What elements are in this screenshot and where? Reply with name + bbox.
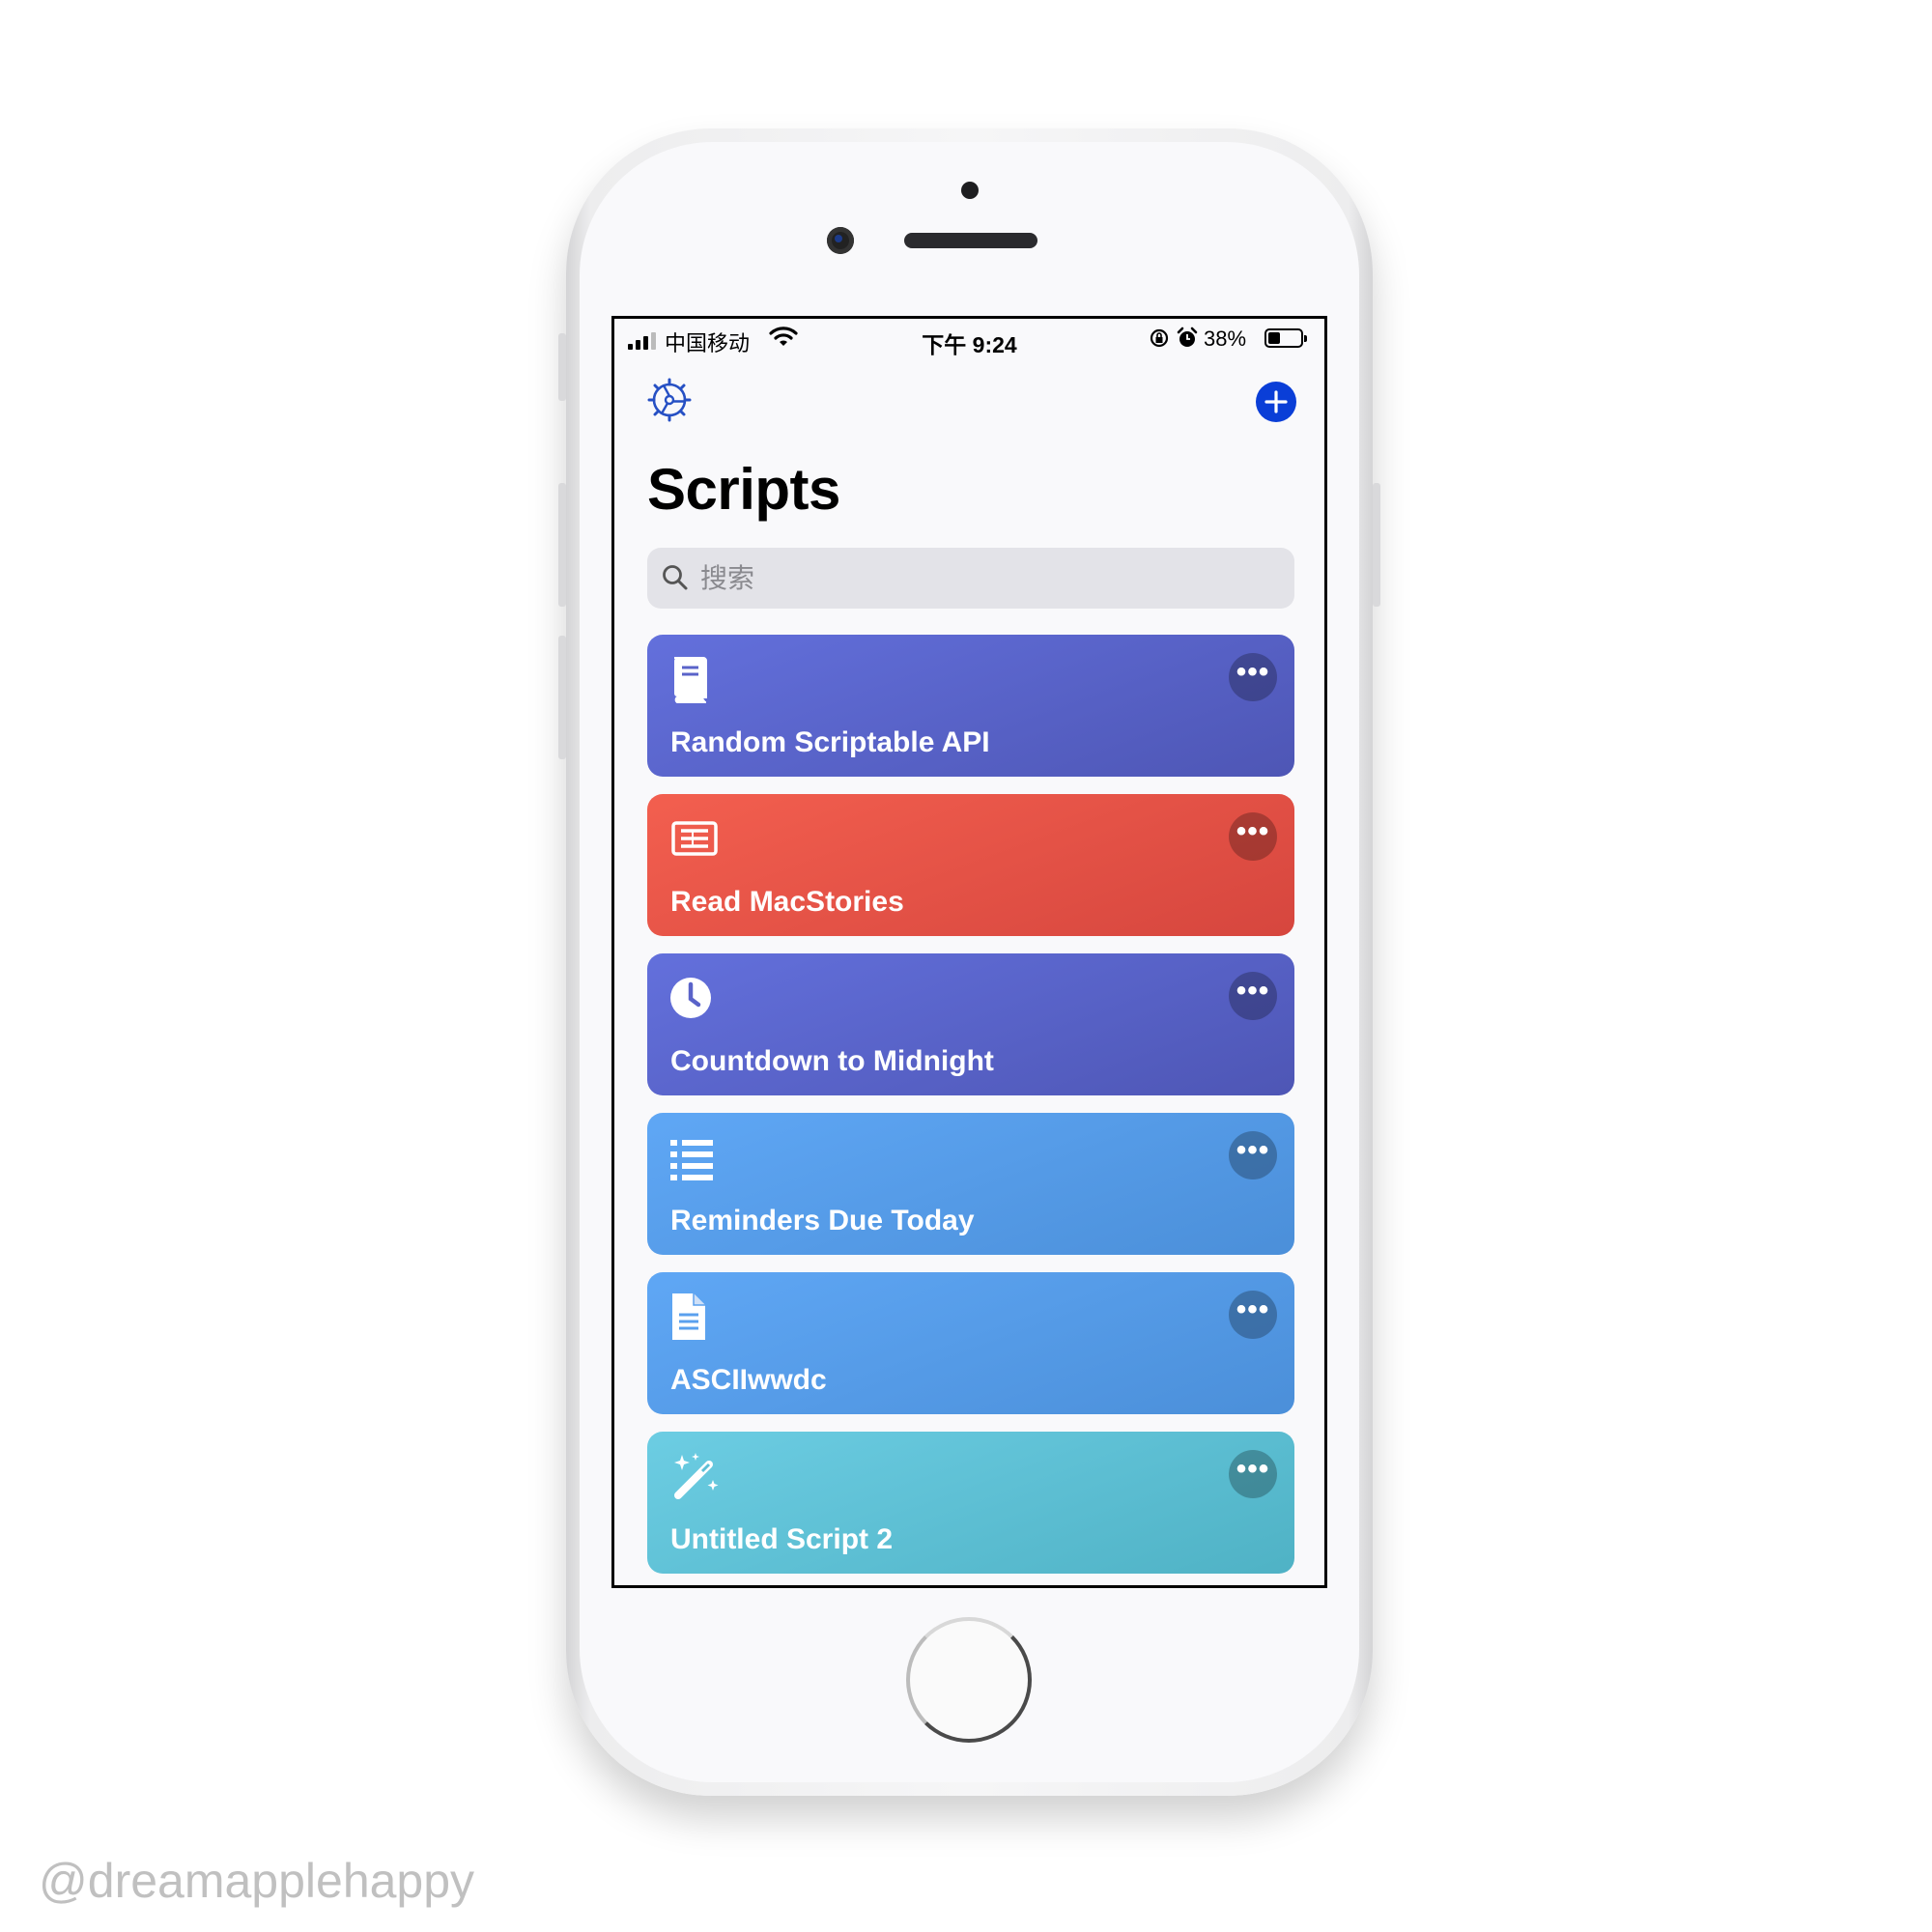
script-title: ASCIIwwdc — [670, 1364, 827, 1396]
battery-icon — [1264, 328, 1307, 348]
plus-icon — [1264, 390, 1288, 413]
search-icon — [663, 565, 688, 590]
volume-down-button — [558, 636, 566, 759]
script-card[interactable]: Read MacStories ••• — [647, 794, 1294, 936]
volume-up-button — [558, 483, 566, 607]
script-title: Reminders Due Today — [670, 1205, 975, 1236]
more-options-button[interactable]: ••• — [1229, 812, 1277, 861]
search-input[interactable]: 搜索 — [700, 548, 754, 609]
script-card[interactable]: Reminders Due Today ••• — [647, 1113, 1294, 1255]
more-options-button[interactable]: ••• — [1229, 1131, 1277, 1179]
add-script-button[interactable] — [1256, 382, 1296, 422]
status-bar: 中国移动 下午 9:24 38% — [614, 319, 1324, 357]
book-icon — [674, 657, 707, 703]
mute-switch — [558, 333, 566, 401]
magic-wand-icon — [674, 1453, 719, 1499]
script-title: Countdown to Midnight — [670, 1045, 994, 1077]
script-card[interactable]: ASCIIwwdc ••• — [647, 1272, 1294, 1414]
battery-percentage: 38% — [1204, 327, 1247, 351]
front-camera-icon — [827, 227, 854, 254]
script-title: Read MacStories — [670, 886, 904, 918]
more-options-button[interactable]: ••• — [1229, 1450, 1277, 1498]
app-screen: 中国移动 下午 9:24 38% Scripts 搜索 Random Scrip… — [611, 316, 1327, 1588]
orientation-lock-icon — [1150, 328, 1169, 348]
alarm-icon — [1177, 327, 1198, 347]
earpiece-speaker — [904, 233, 1037, 248]
search-bar[interactable]: 搜索 — [647, 548, 1294, 609]
script-title: Random Scriptable API — [670, 726, 990, 758]
clock-icon — [670, 978, 711, 1018]
more-options-button[interactable]: ••• — [1229, 972, 1277, 1020]
script-card[interactable]: Untitled Script 2 ••• — [647, 1432, 1294, 1574]
home-button[interactable] — [906, 1617, 1032, 1743]
page-title: Scripts — [647, 457, 840, 522]
document-icon — [672, 1293, 705, 1340]
more-options-button[interactable]: ••• — [1229, 1291, 1277, 1339]
script-list: Random Scriptable API ••• Read MacStorie… — [647, 635, 1294, 1585]
script-card[interactable]: Countdown to Midnight ••• — [647, 953, 1294, 1095]
proximity-sensor — [961, 182, 979, 199]
script-title: Untitled Script 2 — [670, 1523, 894, 1555]
list-icon — [670, 1140, 713, 1180]
script-card[interactable]: Random Scriptable API ••• — [647, 635, 1294, 777]
settings-gear-icon[interactable] — [647, 378, 692, 422]
power-button — [1373, 483, 1380, 607]
more-options-button[interactable]: ••• — [1229, 653, 1277, 701]
watermark: @dreamapplehappy — [39, 1854, 475, 1908]
newspaper-icon — [671, 821, 718, 856]
